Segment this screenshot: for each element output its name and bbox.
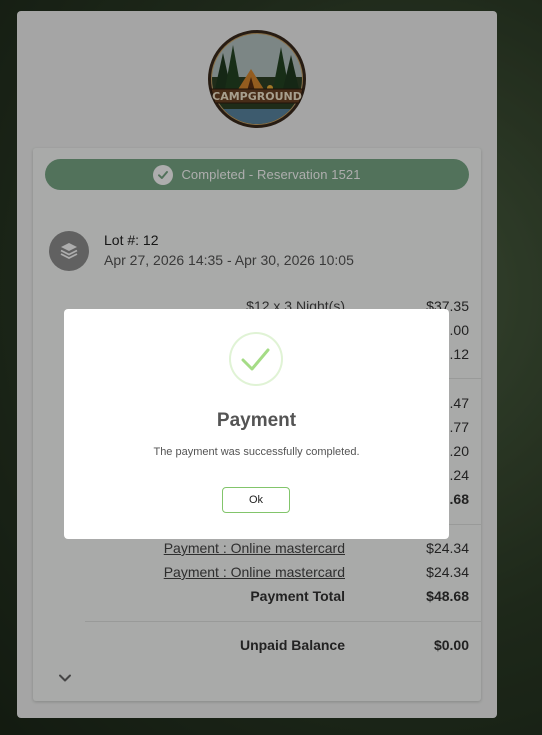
- payment-success-dialog: Payment The payment was successfully com…: [64, 309, 449, 539]
- ok-button[interactable]: Ok: [222, 487, 290, 513]
- dialog-title: Payment: [216, 410, 297, 431]
- success-check-icon: [229, 332, 283, 386]
- dialog-message: The payment was successfully completed.: [153, 446, 360, 458]
